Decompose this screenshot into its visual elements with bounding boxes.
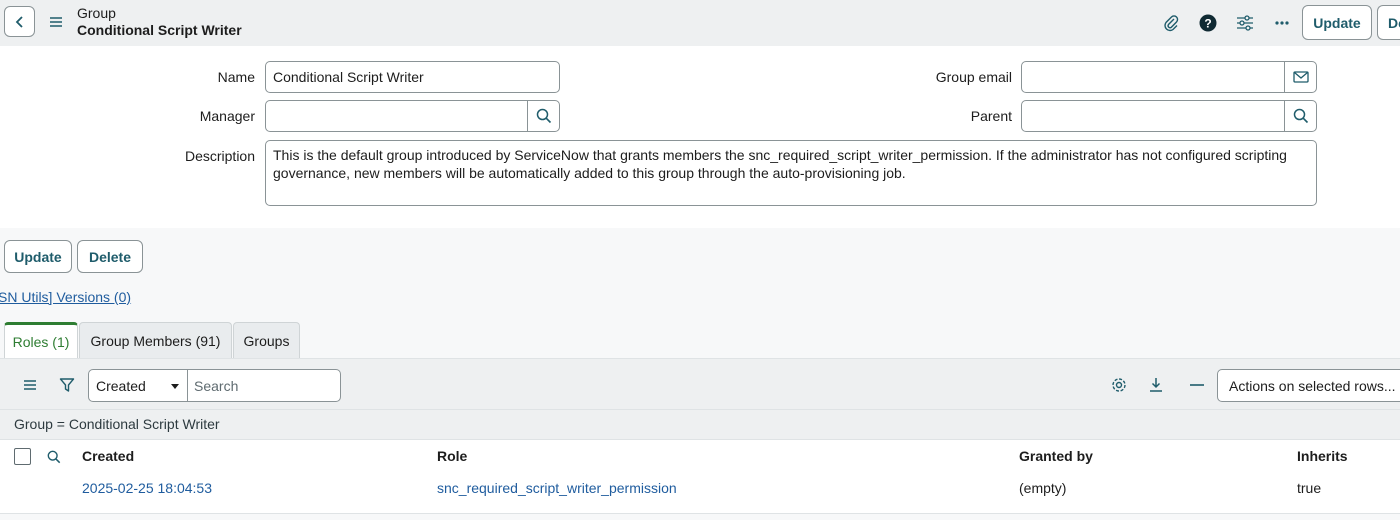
parent-field[interactable] [1021,100,1285,132]
settings-sliders-icon[interactable] [1234,12,1256,34]
select-all-checkbox[interactable] [14,448,31,465]
parent-label: Parent [970,108,1012,124]
name-label: Name [217,69,255,85]
search-icon [1293,108,1308,124]
search-field-select[interactable]: Created [88,369,188,402]
table-header: Created Role Granted by Inherits [0,439,1400,475]
search-field-select-value: Created [96,377,146,394]
cell-granted-by: (empty) [1019,480,1067,496]
column-search-icon[interactable] [45,448,63,466]
breadcrumb-condition[interactable]: Group = Conditional Script Writer [14,416,220,432]
filter-icon[interactable] [57,375,77,395]
more-options-icon[interactable] [1271,12,1293,34]
send-email-button[interactable] [1284,61,1317,93]
collapse-icon[interactable] [1187,375,1207,395]
delete-button[interactable]: Delete [77,240,143,273]
list-search-input[interactable]: Search [187,369,341,402]
manager-lookup-button[interactable] [527,100,560,132]
list-menu-icon[interactable] [20,376,40,394]
column-header-role[interactable]: Role [437,448,467,464]
list-toolbar: Created Search Actions on selected rows.… [0,358,1400,410]
column-header-created[interactable]: Created [82,448,134,464]
versions-link[interactable]: SN Utils] Versions (0) [0,289,131,305]
back-button[interactable] [4,6,35,37]
help-icon[interactable]: ? [1197,12,1219,34]
caret-down-icon [171,384,179,389]
header-table-name: Group [77,5,116,21]
column-header-granted-by[interactable]: Granted by [1019,448,1093,464]
group-email-field[interactable] [1021,61,1285,93]
header-update-button[interactable]: Update [1302,5,1372,40]
tab-roles[interactable]: Roles (1) [4,322,78,358]
download-icon[interactable] [1146,375,1166,395]
breadcrumb: Group = Conditional Script Writer [0,409,1400,440]
manager-label: Manager [199,108,255,124]
parent-lookup-button[interactable] [1284,100,1317,132]
header-record-name: Conditional Script Writer [77,22,242,38]
tab-groups[interactable]: Groups [233,322,300,358]
cell-inherits: true [1297,480,1322,496]
tab-group-members[interactable]: Group Members (91) [79,322,232,358]
table-row: 2025-02-25 18:04:53 snc_required_script_… [0,473,1400,514]
column-header-inherits[interactable]: Inherits [1297,448,1348,464]
cell-role[interactable]: snc_required_script_writer_permission [437,480,677,496]
mail-icon [1292,71,1309,83]
manager-field[interactable] [265,100,528,132]
cell-created[interactable]: 2025-02-25 18:04:53 [82,480,212,496]
hamburger-menu-icon[interactable] [47,13,65,31]
chevron-left-icon [15,15,23,28]
description-label: Description [184,148,255,164]
paperclip-icon[interactable] [1160,12,1182,34]
svg-text:?: ? [1204,17,1211,31]
description-field[interactable]: This is the default group introduced by … [265,140,1317,206]
update-button[interactable]: Update [4,240,72,273]
header-delete-button[interactable]: De [1377,5,1400,40]
gear-icon[interactable] [1109,375,1129,395]
group-email-label: Group email [935,69,1012,85]
actions-on-selected-rows-select[interactable]: Actions on selected rows... [1217,369,1400,402]
search-icon [536,108,551,124]
name-field[interactable]: Conditional Script Writer [265,61,560,93]
form-header: Group Conditional Script Writer ? Update… [0,0,1400,46]
